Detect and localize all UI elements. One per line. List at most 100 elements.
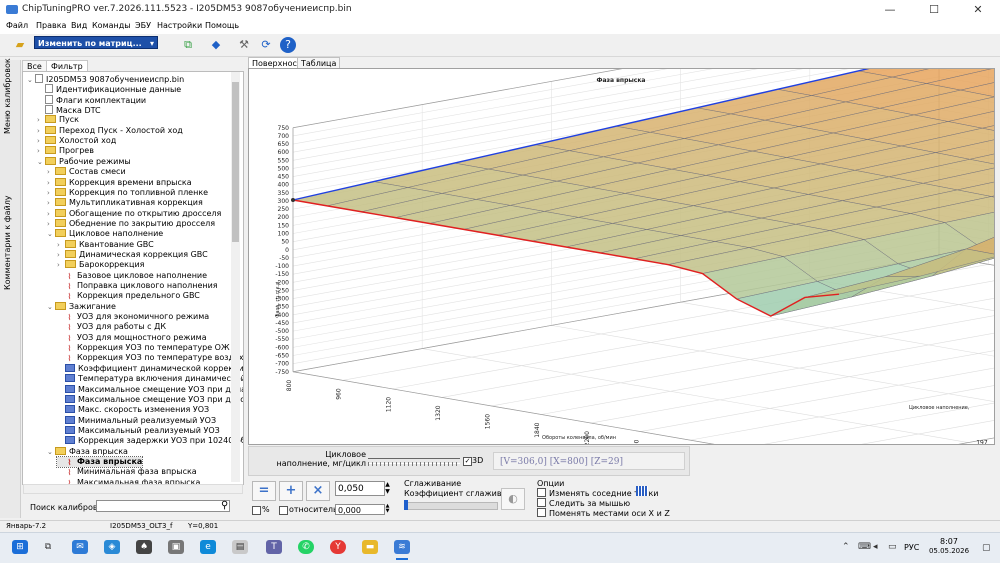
teams-icon[interactable]: T xyxy=(266,540,282,554)
tree-item[interactable]: Макс. скорость изменения УОЗ xyxy=(57,405,209,415)
menu-view[interactable]: Вид xyxy=(71,21,87,30)
expand-right-icon[interactable]: › xyxy=(37,146,45,156)
expand-right-icon[interactable]: › xyxy=(37,126,45,136)
checkbox-3d[interactable]: ✓ xyxy=(463,457,472,466)
menu-ecu[interactable]: ЭБУ xyxy=(135,21,151,30)
step-value-input[interactable]: 0,050 xyxy=(335,481,385,496)
tree-item[interactable]: › Прогрев xyxy=(37,146,94,156)
expand-right-icon[interactable]: › xyxy=(47,198,55,208)
smoothing-slider-handle[interactable] xyxy=(404,500,408,510)
expand-right-icon[interactable]: › xyxy=(47,178,55,188)
swap-axes-checkbox[interactable] xyxy=(537,508,546,517)
search-input[interactable] xyxy=(96,500,230,512)
minimize-icon[interactable]: — xyxy=(868,0,912,20)
tab-calibrations-menu[interactable]: Меню калибровок xyxy=(3,58,17,134)
tree-item[interactable]: Максимальное смещение УОЗ при динами xyxy=(57,384,243,395)
window-icon[interactable]: ▣ xyxy=(168,540,184,554)
expand-right-icon[interactable]: › xyxy=(47,188,55,198)
tree-item[interactable]: ⌄ Рабочие режимы xyxy=(37,156,131,167)
tree-item[interactable]: › Квантование GBC xyxy=(57,239,154,250)
network-icon[interactable]: ⌨ xyxy=(858,542,871,552)
tree-item[interactable]: Флаги комплектации xyxy=(37,94,146,105)
neighbor-points-checkbox[interactable] xyxy=(537,488,546,497)
tree-item[interactable]: ⌇ Базовое цикловое наполнение xyxy=(57,271,208,281)
expand-down-icon[interactable]: ⌄ xyxy=(47,229,55,239)
expand-right-icon[interactable]: › xyxy=(57,240,65,250)
tree-item[interactable]: ⌄ Зажигание xyxy=(47,301,116,312)
windows-start-icon[interactable]: ⊞ xyxy=(12,540,28,554)
media-icon[interactable]: ♠ xyxy=(136,540,152,554)
tree-item[interactable]: › Барокоррекция xyxy=(57,260,144,270)
tree-item[interactable]: ⌇ УОЗ для работы с ДК xyxy=(57,322,167,332)
tree-item[interactable]: › Состав смеси xyxy=(47,167,126,177)
surface-chart[interactable]: 7507006506005505004504003503002502001501… xyxy=(249,69,994,444)
option-swap-axes[interactable]: Поменять местами оси X и Z xyxy=(537,508,670,518)
tree-item[interactable]: ⌇ УОЗ для мощностного режима xyxy=(57,333,207,343)
relative-checkbox[interactable] xyxy=(279,506,288,515)
refresh-icon[interactable]: ⟳ xyxy=(258,37,274,53)
tools-icon[interactable]: ⚒ xyxy=(236,37,252,53)
tray-chevron-icon[interactable]: ⌃ xyxy=(842,542,850,552)
mode-select[interactable]: Изменить по матриц... ▾ xyxy=(34,36,158,49)
mail-icon[interactable]: ✉ xyxy=(72,540,88,554)
tree-item[interactable]: ⌇ Поправка циклового наполнения xyxy=(57,281,218,291)
folder-icon[interactable]: ▬ xyxy=(362,540,378,554)
expand-right-icon[interactable]: › xyxy=(37,115,45,125)
expand-down-icon[interactable]: ⌄ xyxy=(47,447,55,457)
file-icon[interactable]: ▤ xyxy=(232,540,248,554)
store-icon[interactable]: ◈ xyxy=(104,540,120,554)
maximize-icon[interactable]: ☐ xyxy=(912,0,956,20)
smooth-apply-button[interactable]: ◐ xyxy=(501,488,525,510)
battery-icon[interactable]: ▭ xyxy=(888,542,897,552)
expand-right-icon[interactable]: › xyxy=(47,167,55,177)
tree-item[interactable]: Температура включения динамической к xyxy=(57,374,243,384)
tree-scrollbar-thumb[interactable] xyxy=(232,82,239,242)
tree-item[interactable]: ⌇ Минимальная фаза впрыска xyxy=(57,467,197,477)
expand-right-icon[interactable]: › xyxy=(47,209,55,219)
surface-chart-area[interactable]: 750 700 650 600 550 500 450 400 350 300 250 200 150 1… xyxy=(248,68,995,445)
menu-settings[interactable]: Настройки xyxy=(157,21,202,30)
step-value-spinner[interactable]: ▲ ▼ xyxy=(383,481,392,496)
equals-button[interactable]: = xyxy=(252,481,276,501)
tree-item[interactable]: Максимальный реализуемый УОЗ xyxy=(57,425,220,436)
tree-item[interactable]: ⌄ Фаза впрыска xyxy=(47,446,128,457)
tree-item[interactable]: Маска DTC xyxy=(37,105,101,115)
tree-item[interactable]: ⌇ Фаза впрыска xyxy=(55,455,144,468)
menu-help[interactable]: Помощь xyxy=(205,21,239,30)
task-view-icon[interactable]: ⧉ xyxy=(40,540,56,554)
expand-right-icon[interactable]: › xyxy=(57,250,65,260)
tree-item[interactable]: › Переход Пуск - Холостой ход xyxy=(37,125,183,136)
tree-item[interactable]: Коэффициент динамической коррекции xyxy=(57,363,243,374)
tree-item[interactable]: › Коррекция времени впрыска xyxy=(47,177,192,188)
tree-item[interactable]: Минимальный реализуемый УОЗ xyxy=(57,415,216,426)
tree-item[interactable]: ⌇ Коррекция предельного GBC xyxy=(57,291,200,301)
expand-down-icon[interactable]: ⌄ xyxy=(27,75,35,85)
menu-commands[interactable]: Команды xyxy=(92,21,131,30)
tree-item[interactable]: › Пуск xyxy=(37,115,79,125)
yandex-browser-icon[interactable]: Y xyxy=(330,540,346,554)
relative-value-input[interactable]: 0,000 xyxy=(335,504,385,515)
tree-item[interactable]: › Обеднение по закрытию дросселя xyxy=(47,218,215,229)
tree-item[interactable]: › Мультипликативная коррекция xyxy=(47,198,203,208)
add-button[interactable]: + xyxy=(279,481,303,501)
relative-value-spinner[interactable]: ▲ ▼ xyxy=(383,504,392,515)
percent-checkbox[interactable] xyxy=(252,506,261,515)
tree-item[interactable]: › Холостой ход xyxy=(37,136,116,146)
close-icon[interactable]: ✕ xyxy=(956,0,1000,20)
expand-down-icon[interactable]: ⌄ xyxy=(37,157,45,167)
option-follow-mouse[interactable]: Следить за мышью xyxy=(537,498,630,508)
edge-browser-icon[interactable]: e xyxy=(200,540,216,554)
tree-item[interactable]: Коррекция задержки УОЗ при 10240 об/м xyxy=(57,436,243,446)
tray-language[interactable]: РУС xyxy=(904,543,919,552)
notifications-icon[interactable]: ▢ xyxy=(982,543,991,553)
tree-item[interactable]: ⌄ I205DM53 9087обучениеиспр.bin xyxy=(27,74,184,84)
tab-file-comments[interactable]: Комментарии к файлу xyxy=(3,195,17,290)
whatsapp-icon[interactable]: ✆ xyxy=(298,540,314,554)
multiply-button[interactable]: × xyxy=(306,481,330,501)
grid-icon[interactable] xyxy=(636,486,648,496)
tree-item[interactable]: Максимальное смещение УОЗ при детона xyxy=(57,394,243,405)
tree-item[interactable]: › Динамическая коррекция GBC xyxy=(57,249,208,260)
volume-icon[interactable]: ◂ xyxy=(873,542,878,552)
expand-right-icon[interactable]: › xyxy=(47,219,55,229)
tree-item[interactable]: ⌇ Коррекция УОЗ по температуре воздуха xyxy=(57,353,243,363)
